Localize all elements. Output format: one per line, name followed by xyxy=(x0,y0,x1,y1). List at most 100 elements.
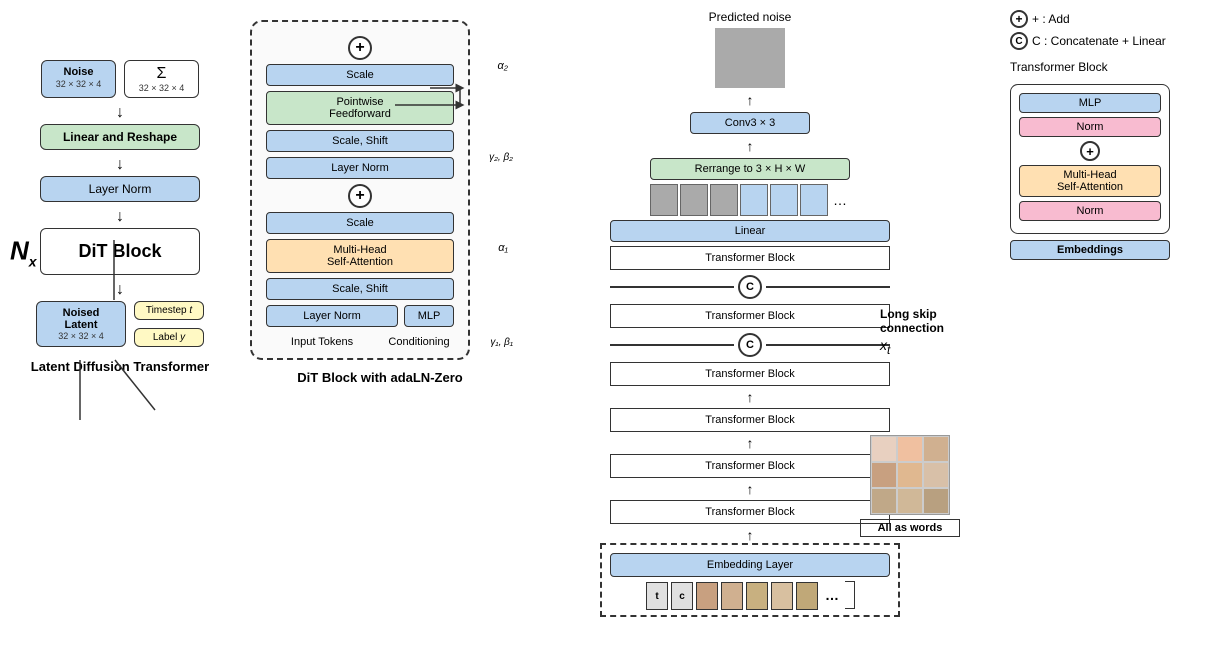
patch-squares: … xyxy=(610,184,890,216)
arrow-tb4: ↑ xyxy=(610,389,890,405)
main-diagram: Noise 32 × 32 × 4 Σ 32 × 32 × 4 ↓ Linear… xyxy=(0,0,1220,652)
conditioning-label: Conditioning xyxy=(384,336,454,348)
embedding-layer-box: Embedding Layer xyxy=(610,553,890,577)
layer-norm-left: Layer Norm xyxy=(40,176,200,202)
tb2: Transformer Block xyxy=(610,454,890,478)
rerrange-box: Rerrange to 3 × H × W xyxy=(650,158,850,180)
gc2 xyxy=(897,436,923,462)
patch-2 xyxy=(680,184,708,216)
concat-icon: C xyxy=(1010,32,1028,50)
arrow-tb2: ↑ xyxy=(610,481,890,497)
long-skip-section: Long skip connection xt xyxy=(880,307,970,357)
concat-circle-1: C xyxy=(738,275,762,299)
line-2 xyxy=(766,286,890,288)
tb5: Transformer Block xyxy=(610,304,890,328)
layer-norm-2-box: Layer Norm xyxy=(266,157,454,179)
dit-block-label: DiT Block xyxy=(78,241,161,261)
dit-block-wrapper: Nx DiT Block xyxy=(40,228,200,275)
linear-reshape-box: Linear and Reshape xyxy=(40,124,200,150)
time-label-col: Timestep t Label y xyxy=(134,301,204,347)
img-token-2 xyxy=(721,582,743,610)
c-token: c xyxy=(671,582,693,610)
sigma-box: Σ 32 × 32 × 4 xyxy=(124,60,199,98)
patch-1 xyxy=(650,184,678,216)
concat-circle-2: C xyxy=(738,333,762,357)
gc5 xyxy=(897,462,923,488)
tb3: Transformer Block xyxy=(610,408,890,432)
dit-block-box: DiT Block xyxy=(40,228,200,275)
patch-5 xyxy=(770,184,798,216)
scale-shift-2-box: Scale, Shift xyxy=(266,130,454,152)
gc7 xyxy=(871,488,897,514)
gc6 xyxy=(923,462,949,488)
concat-legend: C C : Concatenate + Linear xyxy=(1010,32,1210,50)
xt-label: xt xyxy=(880,337,970,357)
all-as-words-section: All as words xyxy=(860,435,960,537)
arrow-embed: ↑ xyxy=(610,527,890,543)
legend-embeddings: Embeddings xyxy=(1010,240,1170,260)
token-dots: … xyxy=(820,581,844,609)
line-3 xyxy=(610,344,734,346)
add-icon: + xyxy=(1010,10,1028,28)
tokens-cond-row: Input Tokens Conditioning xyxy=(266,336,454,348)
tb-legend-title: Transformer Block xyxy=(1010,60,1210,74)
noised-latent-box: NoisedLatent 32 × 32 × 4 xyxy=(36,301,126,347)
add-label: + : Add xyxy=(1032,12,1070,26)
add-circle-top: + xyxy=(348,36,372,60)
multi-head-attn-box: Multi-Head Self-Attention xyxy=(266,239,454,273)
line-4 xyxy=(766,344,890,346)
predicted-noise-box xyxy=(715,28,785,88)
tb6: Transformer Block xyxy=(610,246,890,270)
add-circle-mid: + xyxy=(348,184,372,208)
dots-1: … xyxy=(830,184,850,216)
noise-size: 32 × 32 × 4 xyxy=(50,79,107,91)
noise-box: Noise 32 × 32 × 4 xyxy=(41,60,116,98)
top-row: Noise 32 × 32 × 4 Σ 32 × 32 × 4 xyxy=(10,60,230,98)
img-token-1 xyxy=(696,582,718,610)
grid-image xyxy=(870,435,950,515)
legend-add-circle: + xyxy=(1080,141,1100,161)
arrow-down-3: ↓ xyxy=(10,208,230,226)
concat-label: C : Concatenate + Linear xyxy=(1032,34,1166,48)
all-as-words-label: All as words xyxy=(860,519,960,537)
patch-3 xyxy=(710,184,738,216)
img-token-3 xyxy=(746,582,768,610)
gc1 xyxy=(871,436,897,462)
linear-box: Linear xyxy=(610,220,890,242)
pointwise-ff-box: Pointwise Feedforward xyxy=(266,91,454,125)
gamma2-beta2-label: γ₂, β₂ xyxy=(489,152,513,163)
embedding-wrap: Embedding Layer t c … xyxy=(600,543,900,617)
label-label: Label y xyxy=(153,332,185,343)
left-section: Noise 32 × 32 × 4 Σ 32 × 32 × 4 ↓ Linear… xyxy=(10,60,230,374)
noise-label: Noise xyxy=(50,65,107,79)
bottom-row: Layer Norm MLP xyxy=(266,305,454,332)
legend-section: + + : Add C C : Concatenate + Linear Tra… xyxy=(1010,10,1210,264)
patch-6 xyxy=(800,184,828,216)
arrow-conv: ↑ xyxy=(610,138,890,154)
line-1 xyxy=(610,286,734,288)
arrow-down-2: ↓ xyxy=(10,156,230,174)
arrow-down-4: ↓ xyxy=(10,281,230,299)
legend-norm-1: Norm xyxy=(1019,117,1161,137)
layer-norm-1-box: Layer Norm xyxy=(266,305,398,327)
sigma-size: 32 × 32 × 4 xyxy=(133,83,190,93)
img-token-5 xyxy=(796,582,818,610)
legend-mhsa: Multi-Head Self-Attention xyxy=(1019,165,1161,197)
tb4: Transformer Block xyxy=(610,362,890,386)
legend-norm-2: Norm xyxy=(1019,201,1161,221)
tb6-wrap: Transformer Block xyxy=(610,246,890,270)
arrow-pn: ↑ xyxy=(610,92,890,108)
label-box: Label y xyxy=(134,328,204,347)
inputs-row: NoisedLatent 32 × 32 × 4 Timestep t Labe… xyxy=(10,301,230,347)
alpha1-label: α₁ xyxy=(498,242,508,254)
gc9 xyxy=(923,488,949,514)
scale-1-box: Scale xyxy=(266,212,454,234)
legend-mlp: MLP xyxy=(1019,93,1161,113)
arrow-tb3: ↑ xyxy=(610,435,890,451)
long-skip-label: Long skip connection xyxy=(880,307,970,335)
timestep-box: Timestep t xyxy=(134,301,204,320)
legend-block: MLP Norm + Multi-Head Self-Attention Nor… xyxy=(1010,84,1170,234)
scale-top-box: Scale xyxy=(266,64,454,86)
input-tokens-label: Input Tokens xyxy=(266,336,378,348)
t-token: t xyxy=(646,582,668,610)
